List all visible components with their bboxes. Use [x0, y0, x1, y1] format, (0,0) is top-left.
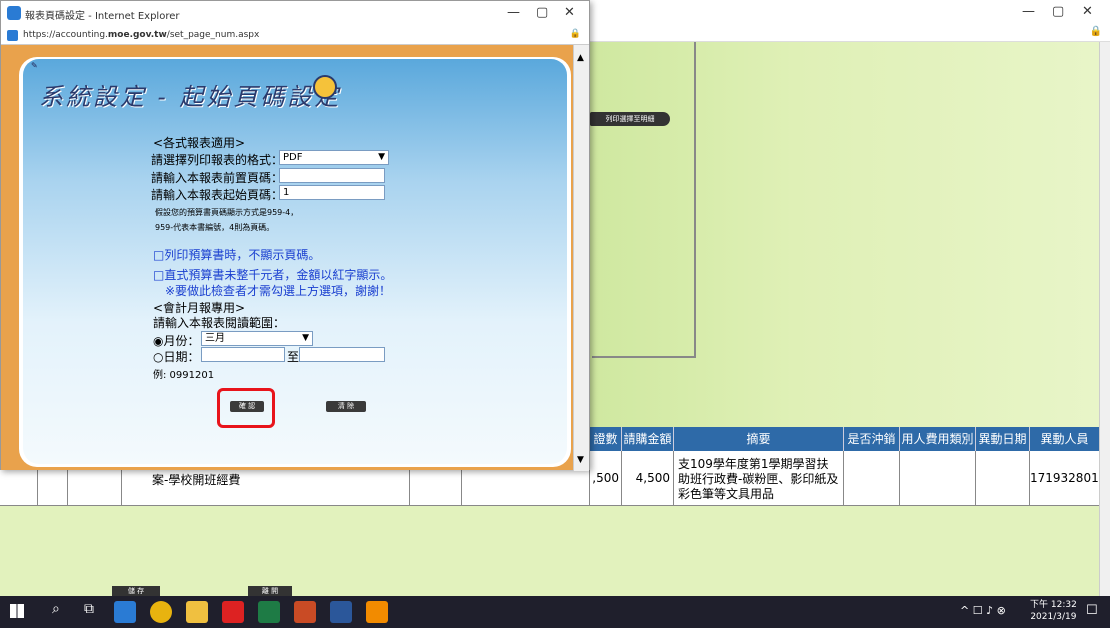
date-from-input[interactable] [201, 347, 285, 362]
front-page-input[interactable] [279, 168, 385, 183]
print-detail-button[interactable]: 列印選擇至明細 [590, 112, 670, 126]
taskbar-clock[interactable]: 下午 12:32 2021/3/19 [1030, 599, 1077, 623]
clock-time: 下午 12:32 [1030, 600, 1077, 610]
popup-scrollbar[interactable]: ▲ ▼ [573, 45, 589, 471]
start-page-input[interactable]: 1 [279, 185, 385, 200]
acrobat-icon[interactable] [222, 601, 244, 623]
highlight-box [217, 388, 275, 428]
popup-urlbar[interactable]: https://accounting.moe.gov.tw/set_page_n… [1, 27, 589, 45]
windows-start-icon[interactable] [10, 604, 24, 618]
column-header: 用人費用類別 [900, 427, 976, 451]
settings-icon [313, 75, 337, 99]
minimize-icon[interactable]: — [507, 5, 520, 20]
background-footer-area [0, 506, 1100, 596]
hide-page-checkbox[interactable]: □列印預算書時，不顯示頁碼。 [153, 246, 320, 263]
ie-taskbar-icon[interactable] [114, 601, 136, 623]
maximize-icon[interactable]: ▢ [1052, 4, 1064, 19]
column-header: 異動日期 [976, 427, 1030, 451]
background-panel [592, 42, 696, 358]
page-title: 系統設定 - 起始頁碼設定 [39, 83, 342, 111]
save-button[interactable]: 儲 存 [112, 586, 160, 596]
notification-icon[interactable]: ☐ [1086, 603, 1098, 618]
date-to-label: 至 [287, 350, 300, 364]
scroll-down-icon[interactable]: ▼ [577, 455, 584, 465]
clear-button[interactable]: 清 除 [326, 401, 366, 412]
chevron-down-icon: ▼ [378, 152, 385, 162]
excel-icon[interactable] [258, 601, 280, 623]
clock-date: 2021/3/19 [1030, 612, 1077, 622]
column-header: 請購金額 [622, 427, 674, 451]
front-page-label: 請輸入本報表前置頁碼： [151, 171, 284, 185]
close-icon[interactable]: ✕ [1082, 4, 1093, 19]
table-cell: ,500 [590, 451, 622, 506]
start-page-label: 請輸入本報表起始頁碼： [151, 188, 284, 202]
popup-titlebar: 報表頁碼設定 - Internet Explorer — ▢ ✕ [1, 1, 589, 27]
background-scrollbar[interactable] [1099, 42, 1110, 596]
red-amount-checkbox[interactable]: □直式預算書未整千元者，金額以紅字顯示。 [153, 266, 392, 283]
column-header: 摘要 [674, 427, 844, 451]
system-tray-icons[interactable]: ^ ☐ ♪ ⊗ [960, 604, 1006, 617]
date-to-input[interactable] [299, 347, 385, 362]
search-icon[interactable]: ⌕ [52, 601, 60, 617]
minimize-icon[interactable]: — [1022, 4, 1035, 19]
background-urlbar: 🔒 [590, 26, 1110, 42]
table-cell: 171932801 [1030, 451, 1100, 506]
column-header: 證數 [590, 427, 622, 451]
lock-icon: 🔒 [569, 29, 581, 39]
url-text: https://accounting.moe.gov.tw/set_page_n… [23, 30, 260, 40]
date-radio[interactable]: ○日期： [153, 348, 199, 365]
chrome-icon[interactable] [150, 601, 172, 623]
lock-icon: 🔒 [1089, 26, 1102, 37]
month-radio[interactable]: ◉月份： [153, 332, 199, 349]
task-view-icon[interactable]: ⧉ [84, 601, 94, 617]
word-icon[interactable] [330, 601, 352, 623]
powerpoint-icon[interactable] [294, 601, 316, 623]
popup-window: 報表頁碼設定 - Internet Explorer — ▢ ✕ https:/… [0, 0, 590, 471]
popup-title: 報表頁碼設定 - Internet Explorer [25, 11, 180, 22]
file-explorer-icon[interactable] [186, 601, 208, 623]
table-cell: 支109學年度第1學期學習扶助班行政費-碳粉匣、影印紙及彩色筆等文具用品 [674, 451, 844, 506]
column-header: 異動人員 [1030, 427, 1100, 451]
check-note: ※要做此檢查者才需勾選上方選項，謝謝！ [165, 284, 392, 298]
page-icon [7, 30, 18, 41]
column-header: 是否沖銷 [844, 427, 900, 451]
table-cell [976, 451, 1030, 506]
hint-text: 959-代表本書編號，4則為頁碼。 [155, 223, 275, 232]
example-text: 例: 0991201 [153, 370, 215, 381]
chevron-down-icon: ▼ [302, 333, 309, 343]
hint-text: 假設您的預算書頁碼顯示方式是959-4， [155, 208, 299, 217]
month-select[interactable]: 三月 ▼ [201, 331, 313, 346]
format-select[interactable]: PDF ▼ [279, 150, 389, 165]
section-general-title: <各式報表適用> [153, 136, 246, 150]
ie-icon [7, 6, 21, 20]
range-label: 請輸入本報表閱讀範圍： [153, 316, 286, 330]
close-icon[interactable]: ✕ [564, 5, 575, 20]
vlc-icon[interactable] [366, 601, 388, 623]
leave-button[interactable]: 離 開 [248, 586, 292, 596]
format-label: 請選擇列印報表的格式： [151, 153, 284, 167]
table-cell: 4,500 [622, 451, 674, 506]
scroll-up-icon[interactable]: ▲ [577, 53, 584, 63]
table-cell [900, 451, 976, 506]
maximize-icon[interactable]: ▢ [536, 5, 548, 20]
table-cell [844, 451, 900, 506]
corner-icon: ✎ [31, 61, 38, 70]
